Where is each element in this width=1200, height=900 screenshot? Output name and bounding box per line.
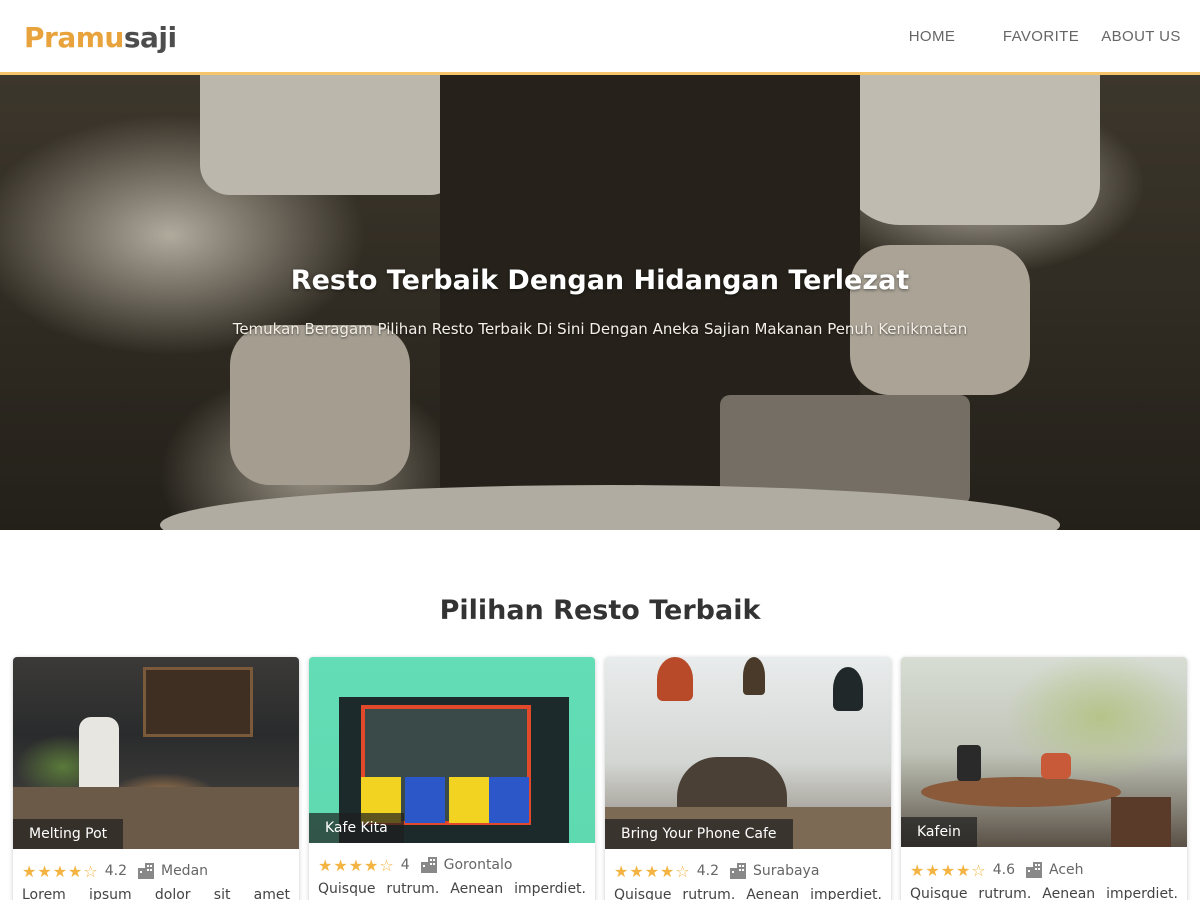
restaurant-image: Melting Pot — [13, 657, 299, 849]
restaurant-card[interactable]: Bring Your Phone Cafe ★★★★☆ 4.2 Surabaya… — [605, 657, 891, 900]
city-name: Medan — [160, 863, 209, 879]
city-name: Surabaya — [752, 863, 820, 879]
restaurant-description: Quisque rutrum. Aenean imperdiet. — [614, 887, 882, 900]
city-building-icon — [1025, 862, 1042, 878]
restaurant-name: Kafe Kita — [309, 813, 404, 843]
restaurant-name: Kafein — [901, 817, 977, 847]
brand-part-2: saji — [123, 21, 177, 54]
brand-part-1: Pramu — [24, 21, 124, 54]
city-name: Gorontalo — [443, 857, 513, 873]
restaurant-description: Quisque rutrum. Aenean imperdiet. — [318, 881, 586, 897]
restaurant-card[interactable]: Kafein ★★★★☆ 4.6 Aceh Quisque rutrum. Ae… — [901, 657, 1187, 900]
section-title: Pilihan Resto Terbaik — [439, 595, 761, 626]
restaurant-image: Bring Your Phone Cafe — [605, 657, 891, 849]
restaurant-description: Lorem ipsum dolor sit amet — [22, 887, 290, 900]
nav-home-link[interactable]: HOME — [882, 28, 982, 45]
main-nav: HOME FAVORITE ABOUT US — [882, 0, 1200, 72]
restaurant-image: Kafein — [901, 657, 1187, 847]
restaurant-name: Bring Your Phone Cafe — [605, 819, 793, 849]
nav-favorite-link[interactable]: FAVORITE — [1000, 28, 1082, 45]
restaurant-meta: ★★★★☆ 4 Gorontalo — [318, 854, 512, 876]
top-navbar: Pramusaji HOME FAVORITE ABOUT US — [0, 0, 1200, 75]
city-building-icon — [729, 863, 746, 879]
brand-logo[interactable]: Pramusaji — [24, 16, 177, 60]
rating-value: 4 — [400, 857, 410, 873]
hero-overlay — [0, 75, 1200, 530]
hero-title: Resto Terbaik Dengan Hidangan Terlezat — [290, 265, 910, 296]
star-rating-icon: ★★★★☆ — [22, 861, 99, 881]
restaurant-image: Kafe Kita — [309, 657, 595, 843]
restaurant-list: Melting Pot ★★★★☆ 4.2 Medan Lorem ipsum … — [13, 657, 1187, 900]
nav-about-link[interactable]: ABOUT US — [1100, 28, 1182, 45]
rating-value: 4.2 — [696, 863, 719, 879]
rating-value: 4.6 — [992, 862, 1015, 878]
city-building-icon — [137, 863, 154, 879]
star-rating-icon: ★★★★☆ — [614, 861, 691, 881]
hero-subtitle: Temukan Beragam Pilihan Resto Terbaik Di… — [232, 320, 968, 338]
restaurant-name: Melting Pot — [13, 819, 124, 849]
restaurant-meta: ★★★★☆ 4.2 Medan — [22, 860, 208, 882]
star-rating-icon: ★★★★☆ — [910, 860, 987, 880]
city-building-icon — [420, 857, 437, 873]
restaurant-meta: ★★★★☆ 4.2 Surabaya — [614, 860, 819, 882]
restaurant-card[interactable]: Kafe Kita ★★★★☆ 4 Gorontalo Quisque rutr… — [309, 657, 595, 900]
star-rating-icon: ★★★★☆ — [318, 855, 395, 875]
city-name: Aceh — [1048, 862, 1084, 878]
restaurant-card[interactable]: Melting Pot ★★★★☆ 4.2 Medan Lorem ipsum … — [13, 657, 299, 900]
rating-value: 4.2 — [104, 863, 127, 879]
hero-banner: Resto Terbaik Dengan Hidangan Terlezat T… — [0, 75, 1200, 530]
restaurant-meta: ★★★★☆ 4.6 Aceh — [910, 859, 1084, 881]
restaurant-description: Quisque rutrum. Aenean imperdiet. — [910, 886, 1178, 900]
